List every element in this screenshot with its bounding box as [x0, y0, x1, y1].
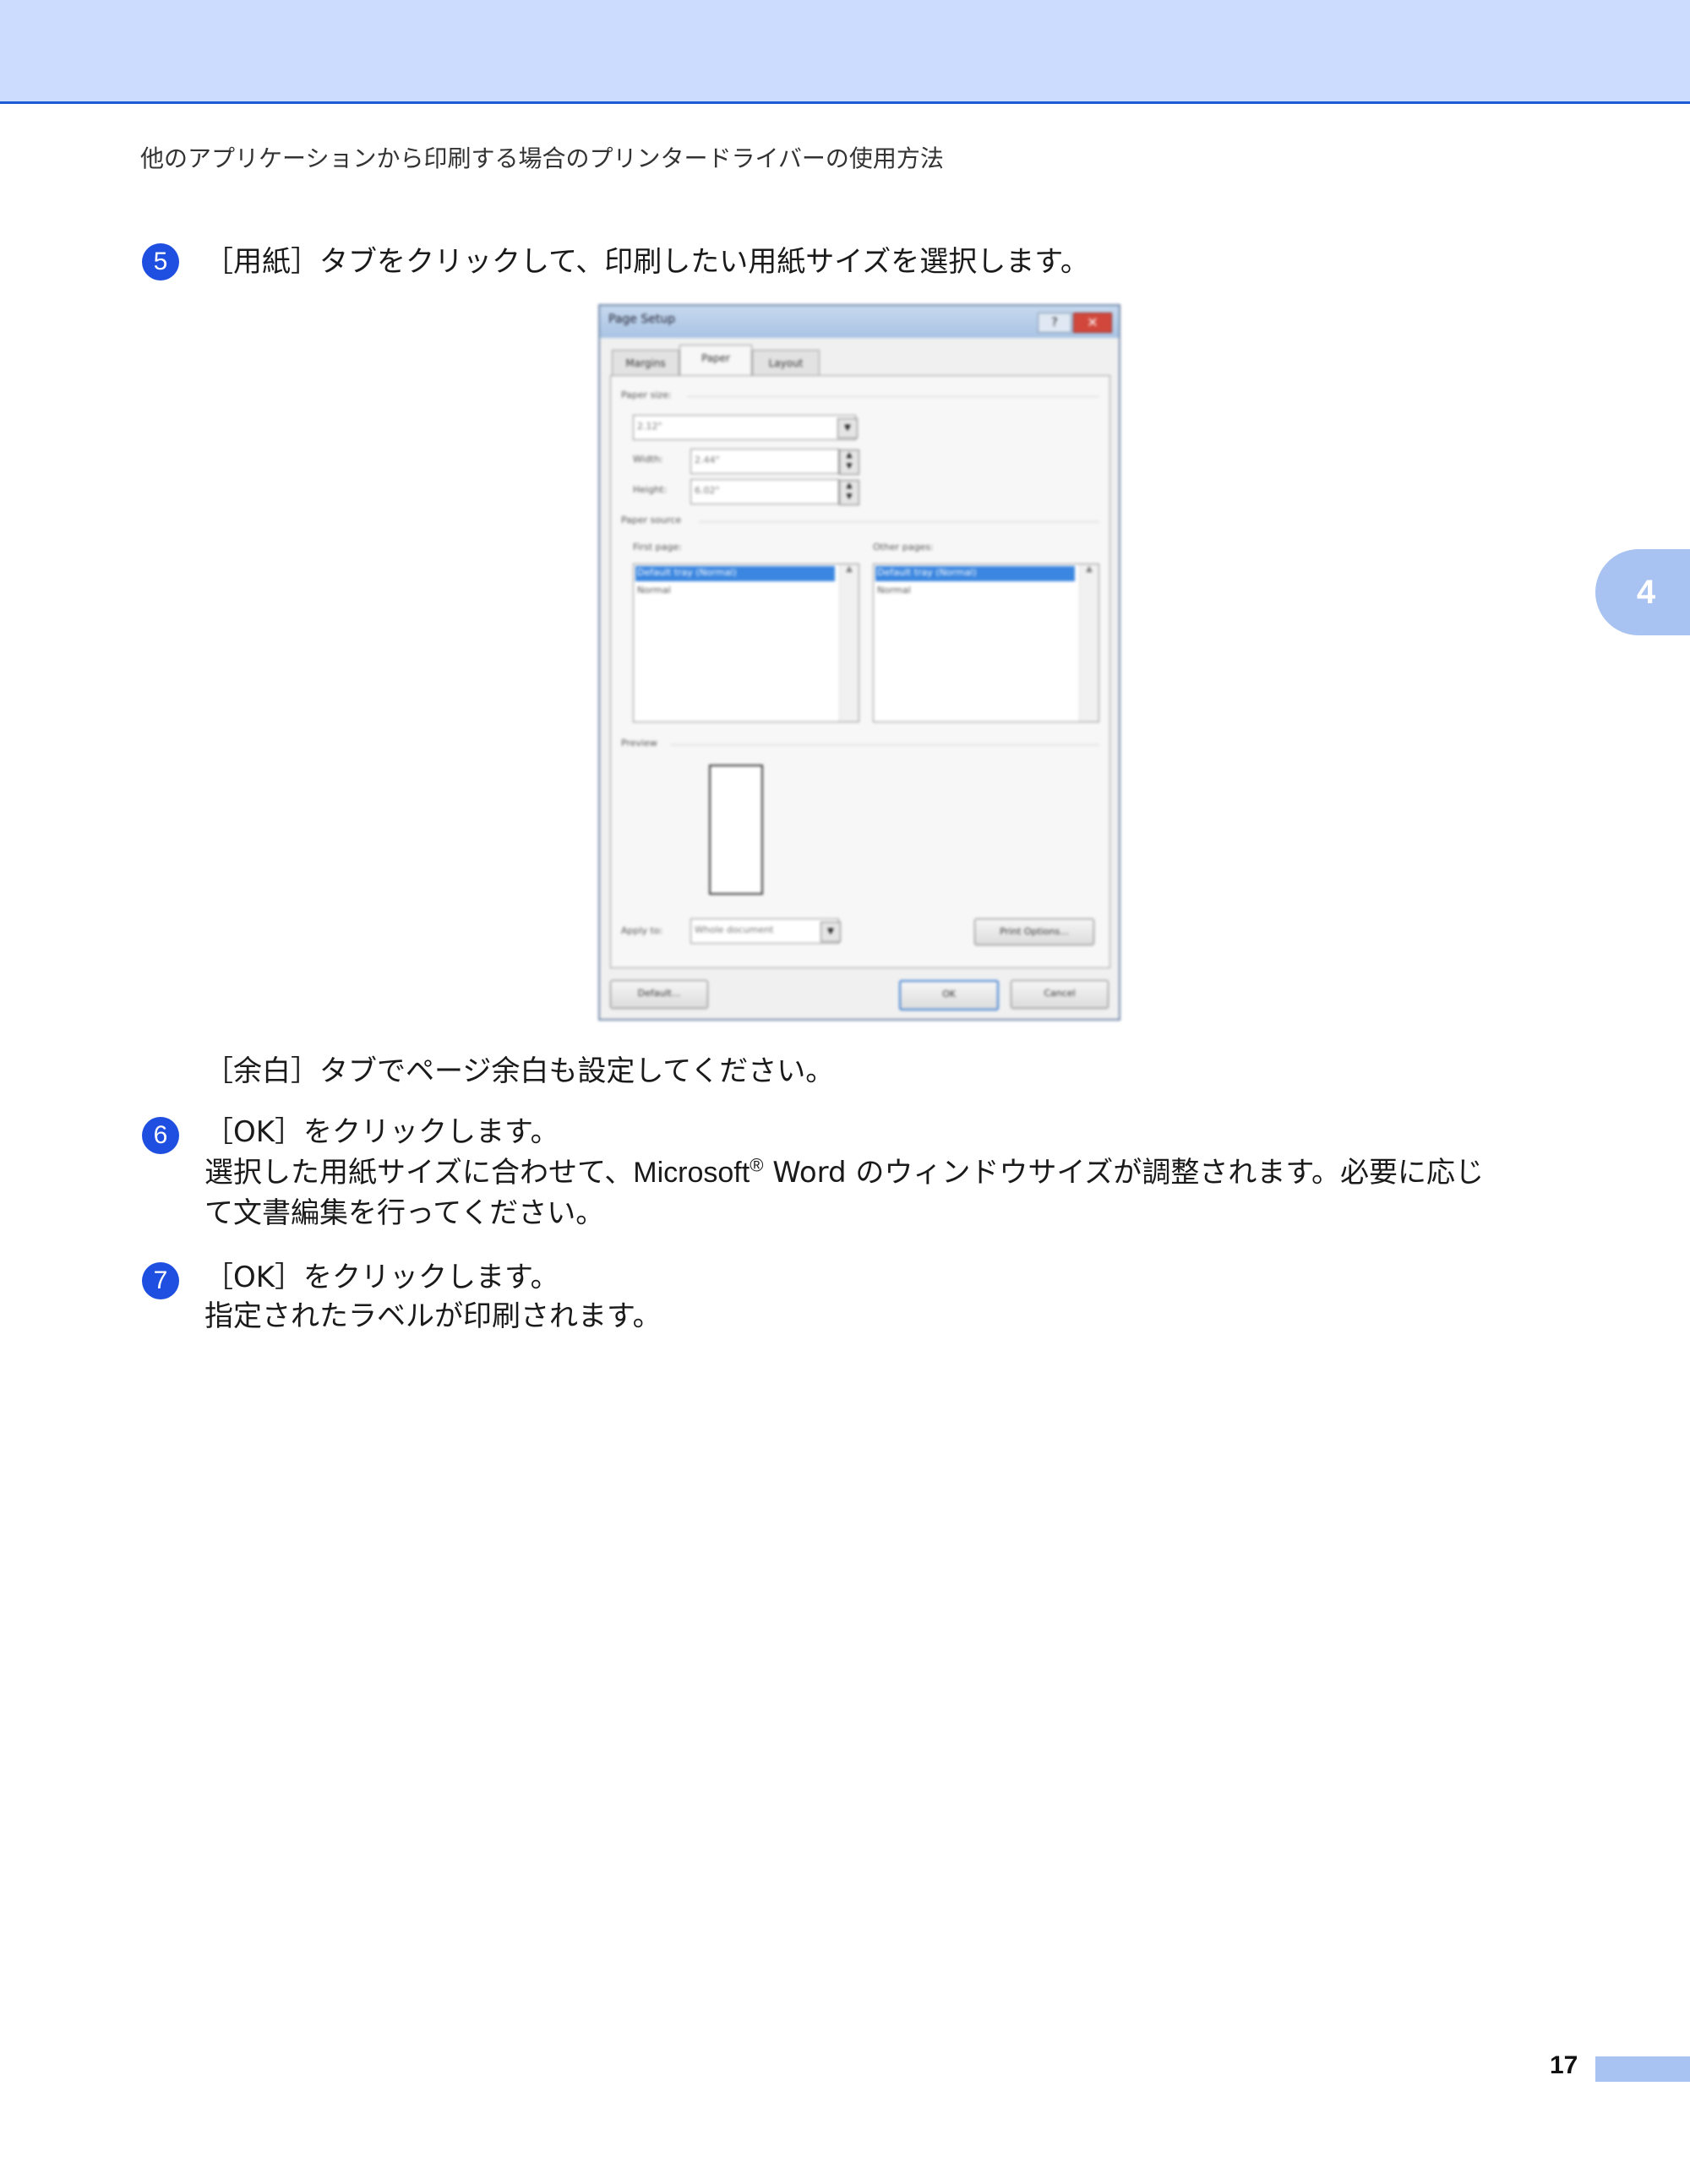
paper-source-label: Paper source: [621, 515, 682, 526]
page-setup-dialog-screenshot: Page Setup ? ✕ Margins Paper Layout Pape…: [598, 304, 1120, 1021]
height-spinner-icon[interactable]: ▲ ▼: [839, 480, 859, 505]
step-number-5: 5: [142, 243, 179, 280]
header-band: [0, 0, 1690, 104]
step-7-line-1: ［OK］をクリックします。: [204, 1261, 559, 1294]
footer-bar: [1595, 2056, 1690, 2082]
width-label: Width:: [633, 454, 663, 465]
running-head: 他のアプリケーションから印刷する場合のプリンタードライバーの使用方法: [140, 144, 944, 172]
close-icon[interactable]: ✕: [1073, 313, 1112, 333]
list-scrollbar[interactable]: ▲: [1079, 564, 1098, 722]
print-options-button[interactable]: Print Options...: [974, 918, 1094, 945]
chevron-down-icon[interactable]: ▼: [837, 418, 858, 438]
step-7-line-2: 指定されたラベルが印刷されます。: [204, 1299, 662, 1333]
step-6-line-2-post: Word のウィンドウサイズが調整されます。必要に応じ: [763, 1156, 1485, 1190]
paper-tab-panel: Paper size: 2.12" ▼ Width: 2.44" ▲ ▼ Heig…: [610, 375, 1110, 968]
other-pages-list[interactable]: Default tray (Normal) Normal ▲: [873, 564, 1099, 722]
width-spinner-icon[interactable]: ▲ ▼: [839, 449, 859, 475]
default-button[interactable]: Default...: [610, 980, 708, 1009]
microsoft-brand: Microsoft: [633, 1157, 750, 1189]
margins-note: ［余白］タブでページ余白も設定してください。: [204, 1054, 835, 1088]
tab-margins[interactable]: Margins: [612, 350, 679, 376]
step-5-text: ［用紙］タブをクリックして、印刷したい用紙サイズを選択します。: [204, 243, 1089, 280]
width-input[interactable]: 2.44": [690, 449, 839, 474]
first-page-label: First page:: [633, 542, 682, 553]
other-pages-label: Other pages:: [873, 542, 934, 553]
preview-page: [709, 765, 763, 895]
apply-to-label: Apply to:: [621, 925, 663, 936]
page-number: 17: [1550, 2051, 1578, 2079]
first-page-list[interactable]: Default tray (Normal) Normal ▲: [633, 564, 859, 722]
chapter-tab: 4: [1595, 549, 1690, 635]
step-6-line-1: ［OK］をクリックします。: [204, 1115, 559, 1149]
cancel-button[interactable]: Cancel: [1011, 980, 1109, 1009]
registered-mark: ®: [750, 1154, 764, 1176]
apply-to-dropdown[interactable]: Whole document: [690, 918, 839, 944]
preview-label: Preview: [621, 738, 657, 749]
height-input[interactable]: 6.02": [690, 479, 839, 504]
tab-layout[interactable]: Layout: [752, 350, 820, 376]
ok-button[interactable]: OK: [899, 980, 999, 1010]
step-5-instruction: ［用紙］タブをクリックして、印刷したい用紙サイズを選択します。: [204, 245, 1089, 279]
step-6-line-2-pre: 選択した用紙サイズに合わせて、: [204, 1156, 634, 1190]
step-number-7: 7: [142, 1262, 179, 1299]
group-divider: [687, 396, 1099, 397]
list-item[interactable]: Normal: [637, 585, 671, 596]
paper-size-dropdown[interactable]: 2.12": [633, 415, 856, 440]
list-scrollbar[interactable]: ▲: [839, 564, 859, 722]
step-6-line-2: 選択した用紙サイズに合わせて、Microsoft® Word のウィンドウサイズ…: [204, 1154, 1484, 1191]
group-divider: [670, 744, 1099, 745]
height-label: Height:: [633, 484, 668, 495]
paper-size-label: Paper size:: [621, 389, 672, 400]
dialog-title-bar: Page Setup ? ✕: [600, 306, 1119, 338]
tab-paper[interactable]: Paper: [679, 345, 752, 376]
dialog-title: Page Setup: [608, 313, 676, 326]
list-item[interactable]: Default tray (Normal): [637, 567, 737, 578]
list-item[interactable]: Default tray (Normal): [877, 567, 977, 578]
help-icon[interactable]: ?: [1038, 313, 1071, 333]
group-divider: [699, 521, 1099, 522]
step-number-6: 6: [142, 1117, 179, 1154]
step-6-line-3: て文書編集を行ってください。: [204, 1196, 605, 1230]
chevron-down-icon[interactable]: ▼: [820, 922, 841, 942]
list-item[interactable]: Normal: [877, 585, 911, 596]
